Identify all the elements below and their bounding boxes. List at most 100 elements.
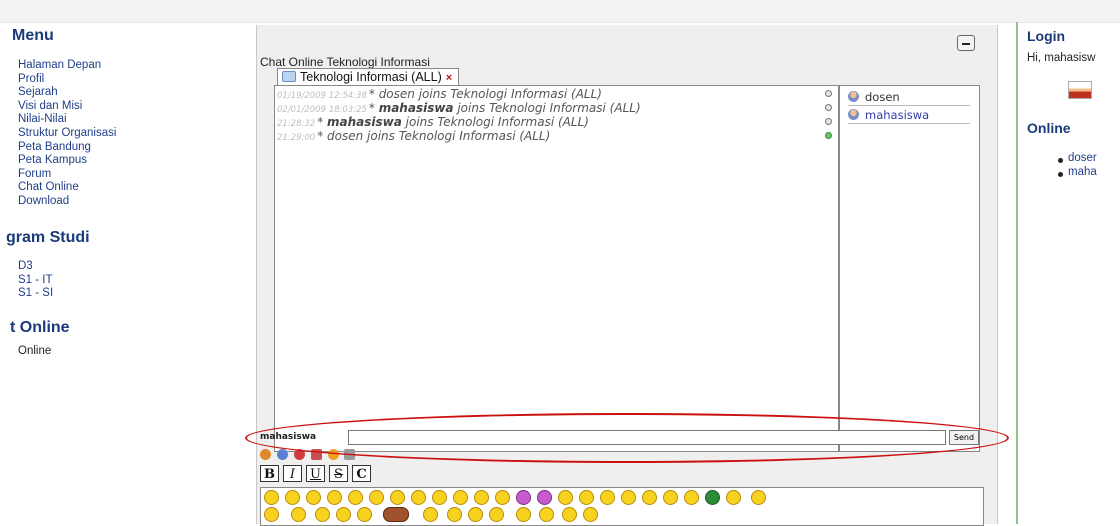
column-divider <box>1016 22 1018 524</box>
chat-title: Chat Online Teknologi Informasi <box>260 55 430 69</box>
status-dot-icon <box>825 90 832 97</box>
smiley-icon[interactable] <box>539 507 554 522</box>
message-log[interactable]: 01/19/2009 12:54:38 * dosen joins Teknolo… <box>274 85 839 452</box>
input-row: mahasiswa Send <box>260 429 982 445</box>
user-list-item[interactable]: dosen <box>848 89 970 106</box>
smiley-icon[interactable] <box>264 507 279 522</box>
smiley-icon[interactable] <box>432 490 447 505</box>
clear-icon[interactable] <box>328 449 339 460</box>
smiley-icon[interactable] <box>357 507 372 522</box>
message-text: joins Teknologi Informasi (ALL) <box>453 101 641 115</box>
bullet-icon <box>1058 158 1063 163</box>
smiley-icon[interactable] <box>315 507 330 522</box>
menu-item-struktur-organisasi[interactable]: Struktur Organisasi <box>18 127 116 141</box>
smiley-icon[interactable] <box>264 490 279 505</box>
smiley-icon[interactable] <box>369 490 384 505</box>
menu-item-forum[interactable]: Forum <box>18 168 116 182</box>
chat-panel: Chat Online Teknologi Informasi Teknolog… <box>256 25 998 526</box>
smiley-icon[interactable] <box>291 507 306 522</box>
smiley-icon[interactable] <box>447 507 462 522</box>
exclamation-icon[interactable] <box>600 490 615 505</box>
idea-icon[interactable] <box>642 490 657 505</box>
smiley-icon[interactable] <box>489 507 504 522</box>
message-text: * dosen joins Teknologi Informasi (ALL) <box>368 87 602 101</box>
smiley-icon[interactable] <box>684 490 699 505</box>
smiley-icon[interactable] <box>495 490 510 505</box>
smiley-icon[interactable] <box>423 507 438 522</box>
user-list: dosen mahasiswa <box>839 85 980 452</box>
smiley-icon[interactable] <box>336 507 351 522</box>
program-item-d3[interactable]: D3 <box>18 260 53 274</box>
menu-item-visi-misi[interactable]: Visi dan Misi <box>18 100 116 114</box>
smiley-icon[interactable] <box>327 490 342 505</box>
user-list-item[interactable]: mahasiswa <box>848 107 970 124</box>
menu-item-download[interactable]: Download <box>18 195 116 209</box>
smiley-icon[interactable] <box>558 490 573 505</box>
color-button[interactable]: C <box>352 465 371 482</box>
color-picker-icon[interactable] <box>260 449 271 460</box>
smiley-icon[interactable] <box>411 490 426 505</box>
menu-item-chat-online[interactable]: Chat Online <box>18 181 116 195</box>
message-text: * <box>317 115 328 129</box>
online-heading: Online <box>1027 120 1071 136</box>
login-heading: Login <box>1027 28 1066 44</box>
user-icon <box>848 91 859 102</box>
tab-teknologi-informasi[interactable]: Teknologi Informasi (ALL) × <box>277 68 460 85</box>
smiley-icon[interactable] <box>453 490 468 505</box>
message-text: * dosen joins Teknologi Informasi (ALL) <box>317 129 551 143</box>
menu-item-peta-kampus[interactable]: Peta Kampus <box>18 154 116 168</box>
font-icon[interactable] <box>277 449 288 460</box>
message-timestamp: 21:28:32 <box>277 119 316 129</box>
devil-smiley-icon[interactable] <box>516 490 531 505</box>
bold-button[interactable]: B <box>260 465 279 482</box>
smiley-icon[interactable] <box>516 507 531 522</box>
smiley-icon[interactable] <box>306 490 321 505</box>
smiley-toggle-icon[interactable] <box>294 449 305 460</box>
login-greeting: Hi, mahasisw <box>1027 52 1096 64</box>
message-input[interactable] <box>348 430 946 445</box>
program-item-s1-si[interactable]: S1 - SI <box>18 287 53 301</box>
underline-button[interactable]: U <box>306 465 325 482</box>
menu-item-sejarah[interactable]: Sejarah <box>18 86 116 100</box>
menu-item-profil[interactable]: Profil <box>18 73 116 87</box>
program-studi-heading: gram Studi <box>6 229 90 246</box>
close-tab-icon[interactable]: × <box>446 72 452 84</box>
arrow-icon[interactable] <box>663 490 678 505</box>
sound-icon[interactable] <box>311 449 322 460</box>
send-button[interactable]: Send <box>949 430 979 445</box>
italic-button[interactable]: I <box>283 465 302 482</box>
help-icon[interactable] <box>344 449 355 460</box>
menu-item-nilai-nilai[interactable]: Nilai-Nilai <box>18 113 116 127</box>
program-item-s1-it[interactable]: S1 - IT <box>18 274 53 288</box>
user-online-text: Online <box>18 345 51 359</box>
strike-button[interactable]: S <box>329 465 348 482</box>
smiley-icon[interactable] <box>726 490 741 505</box>
smiley-icon[interactable] <box>474 490 489 505</box>
menu-item-peta-bandung[interactable]: Peta Bandung <box>18 141 116 155</box>
smiley-icon[interactable] <box>562 507 577 522</box>
violin-smiley-icon[interactable] <box>383 507 409 522</box>
online-user-item[interactable]: doser <box>1068 152 1097 164</box>
smiley-icon[interactable] <box>751 490 766 505</box>
program-list: D3 S1 - IT S1 - SI <box>18 260 53 301</box>
minimize-button[interactable] <box>957 35 975 51</box>
devil-smiley-icon[interactable] <box>537 490 552 505</box>
online-user-item[interactable]: maha <box>1068 166 1097 178</box>
smiley-icon[interactable] <box>390 490 405 505</box>
smiley-icon[interactable] <box>579 490 594 505</box>
user-avatar-icon[interactable] <box>1068 81 1092 99</box>
menu-item-halaman-depan[interactable]: Halaman Depan <box>18 59 116 73</box>
smiley-panel <box>260 487 984 526</box>
status-dot-icon <box>825 132 832 139</box>
smiley-icon[interactable] <box>348 490 363 505</box>
smiley-icon[interactable] <box>468 507 483 522</box>
tab-label: Teknologi Informasi (ALL) <box>300 70 442 84</box>
smiley-icon[interactable] <box>285 490 300 505</box>
user-name: mahasiswa <box>865 108 930 122</box>
green-smiley-icon[interactable] <box>705 490 720 505</box>
menu-heading: Menu <box>12 27 54 44</box>
online-count-text: Online <box>18 345 52 357</box>
smiley-icon[interactable] <box>583 507 598 522</box>
message-user: mahasiswa <box>378 101 454 115</box>
question-icon[interactable] <box>621 490 636 505</box>
